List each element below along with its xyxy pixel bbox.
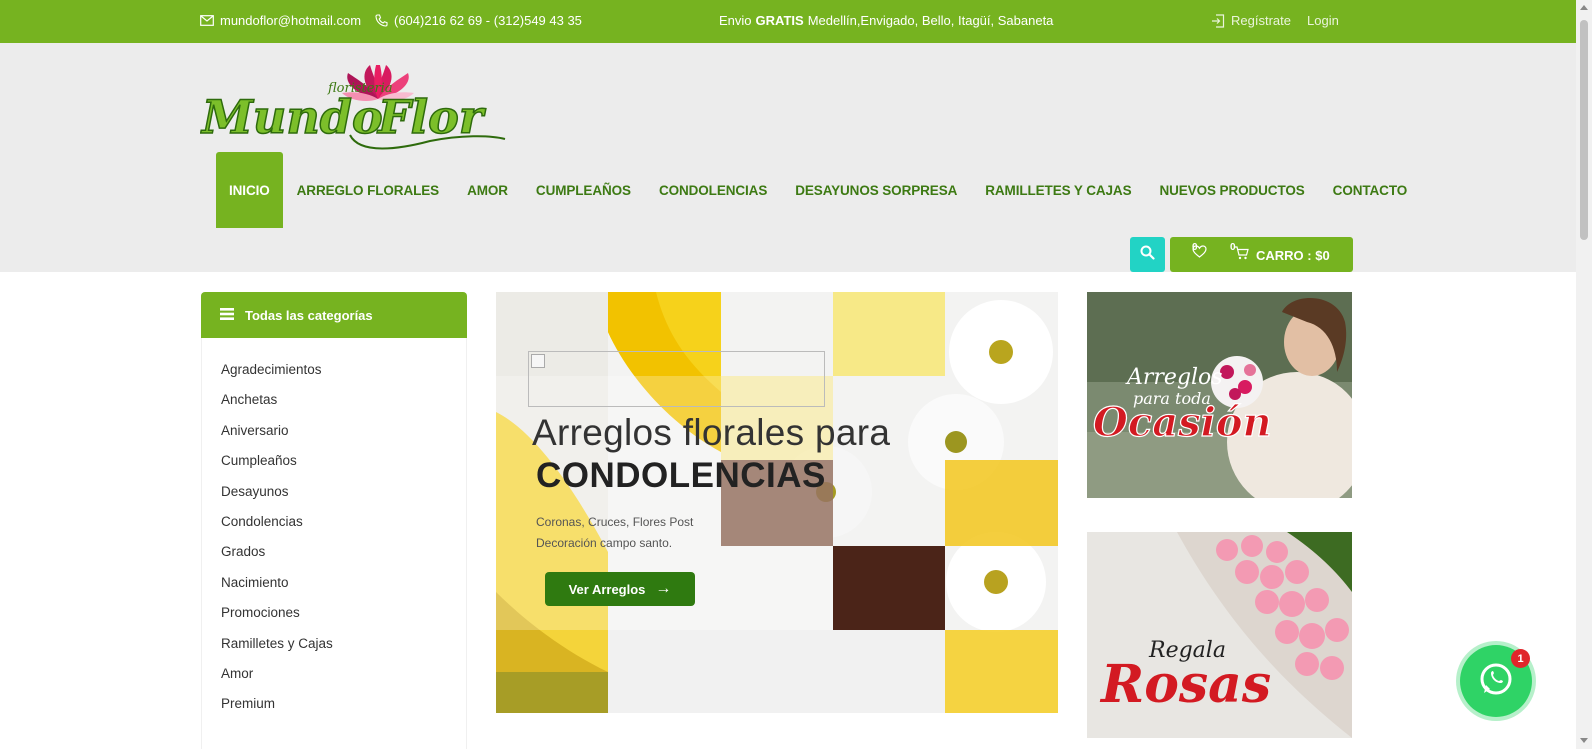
sign-in-icon bbox=[1211, 13, 1225, 28]
login-link[interactable]: Login bbox=[1307, 13, 1339, 28]
phone-icon bbox=[375, 14, 388, 27]
category-item[interactable]: Condolencias bbox=[202, 514, 466, 544]
slide-title: Arreglos florales para bbox=[532, 412, 891, 453]
banner-roses[interactable]: Regala Rosas bbox=[1087, 532, 1352, 738]
cart-label: CARRO : $0 bbox=[1256, 248, 1330, 263]
top-bar: mundoflor@hotmail.com (604)216 62 69 - (… bbox=[0, 0, 1576, 43]
site-logo[interactable]: floristeria Mundo Flor bbox=[199, 59, 510, 155]
slide-subtitle: CONDOLENCIAS bbox=[536, 456, 826, 495]
view-arrangements-label: Ver Arreglos bbox=[568, 581, 646, 597]
nav-item-cumpleaños[interactable]: CUMPLEAÑOS bbox=[522, 152, 645, 228]
contact-email[interactable]: mundoflor@hotmail.com bbox=[200, 13, 361, 28]
shipping-cities: Medellín,Envigado, Bello, Itagüí, Sabane… bbox=[807, 13, 1054, 28]
shipping-notice: Envio GRATIS Medellín,Envigado, Bello, I… bbox=[719, 13, 1053, 28]
register-label: Regístrate bbox=[1231, 13, 1291, 28]
categories-panel: Agradecimientos Anchetas Aniversario Cumple… bbox=[201, 338, 467, 749]
cart-bar[interactable]: 0 0 CARRO : $0 bbox=[1170, 237, 1353, 272]
category-item[interactable]: Anchetas bbox=[202, 392, 466, 422]
nav-item-ramilletes-y-cajas[interactable]: RAMILLETES Y CAJAS bbox=[971, 152, 1145, 228]
cart-icon bbox=[1234, 246, 1249, 263]
register-link[interactable]: Regístrate bbox=[1211, 13, 1291, 28]
category-item[interactable]: Ramilletes y Cajas bbox=[202, 636, 466, 666]
category-item[interactable]: Promociones bbox=[202, 605, 466, 635]
contact-phone[interactable]: (604)216 62 69 - (312)549 43 35 bbox=[375, 13, 582, 28]
main-nav: INICIO ARREGLO FLORALES AMOR CUMPLEAÑOS COND… bbox=[216, 152, 1421, 228]
phone-text: (604)216 62 69 - (312)549 43 35 bbox=[394, 13, 582, 28]
slide-description-line2: Decoración campo santo. bbox=[536, 536, 673, 550]
banner-occasion[interactable]: Arreglos para toda Ocasión bbox=[1087, 292, 1352, 498]
scroll-down-arrow[interactable] bbox=[1580, 738, 1588, 743]
hero-slider: Arreglos florales para CONDOLENCIAS Coro… bbox=[496, 292, 1058, 713]
slide-broken-image bbox=[528, 351, 825, 407]
broken-image-icon bbox=[531, 354, 545, 368]
menu-icon bbox=[220, 307, 234, 323]
site-header: floristeria Mundo Flor INICIO ARREGLO FLO… bbox=[0, 43, 1576, 272]
category-item[interactable]: Nacimiento bbox=[202, 575, 466, 605]
category-item[interactable]: Premium bbox=[202, 696, 466, 726]
category-item[interactable]: Aniversario bbox=[202, 423, 466, 453]
banner-roses-line2: Rosas bbox=[1099, 654, 1271, 715]
nav-item-contacto[interactable]: CONTACTO bbox=[1319, 152, 1421, 228]
shipping-free: GRATIS bbox=[755, 13, 804, 28]
category-item[interactable]: Grados bbox=[202, 544, 466, 574]
categories-title: Todas las categorías bbox=[245, 307, 373, 323]
category-item[interactable]: Cumpleaños bbox=[202, 453, 466, 483]
scroll-up-arrow[interactable] bbox=[1580, 5, 1588, 10]
search-icon bbox=[1140, 245, 1155, 265]
logo-word-mundo: Mundo bbox=[200, 90, 383, 144]
categories-header[interactable]: Todas las categorías bbox=[201, 292, 467, 338]
page-scrollbar[interactable] bbox=[1576, 0, 1592, 749]
whatsapp-icon bbox=[1476, 659, 1516, 704]
shipping-prefix: Envio bbox=[719, 13, 752, 28]
arrow-right-icon: → bbox=[655, 580, 672, 597]
view-arrangements-button[interactable]: Ver Arreglos → bbox=[545, 572, 695, 606]
search-button[interactable] bbox=[1130, 237, 1165, 272]
banner-occasion-line1: Arreglos bbox=[1125, 365, 1223, 390]
nav-item-arreglo-florales[interactable]: ARREGLO FLORALES bbox=[283, 152, 453, 228]
nav-item-nuevos-productos[interactable]: NUEVOS PRODUCTOS bbox=[1145, 152, 1318, 228]
nav-item-inicio[interactable]: INICIO bbox=[216, 152, 283, 228]
slide-description-line1: Coronas, Cruces, Flores Post bbox=[536, 515, 694, 529]
banner-occasion-line3: Ocasión bbox=[1093, 399, 1272, 446]
category-item[interactable]: Desayunos bbox=[202, 484, 466, 514]
slide-description: Coronas, Cruces, Flores Post Decoración … bbox=[536, 512, 756, 554]
scroll-thumb[interactable] bbox=[1580, 20, 1588, 240]
login-label: Login bbox=[1307, 13, 1339, 28]
nav-item-amor[interactable]: AMOR bbox=[453, 152, 522, 228]
whatsapp-badge: 1 bbox=[1511, 649, 1530, 668]
category-item[interactable]: Agradecimientos bbox=[202, 362, 466, 392]
nav-item-condolencias[interactable]: CONDOLENCIAS bbox=[645, 152, 781, 228]
category-item[interactable]: Amor bbox=[202, 666, 466, 696]
envelope-icon bbox=[200, 15, 214, 26]
nav-item-desayunos-sorpresa[interactable]: DESAYUNOS SORPRESA bbox=[781, 152, 971, 228]
email-text: mundoflor@hotmail.com bbox=[220, 13, 362, 28]
categories-list: Agradecimientos Anchetas Aniversario Cumple… bbox=[202, 338, 466, 727]
heart-icon[interactable] bbox=[1192, 245, 1207, 261]
